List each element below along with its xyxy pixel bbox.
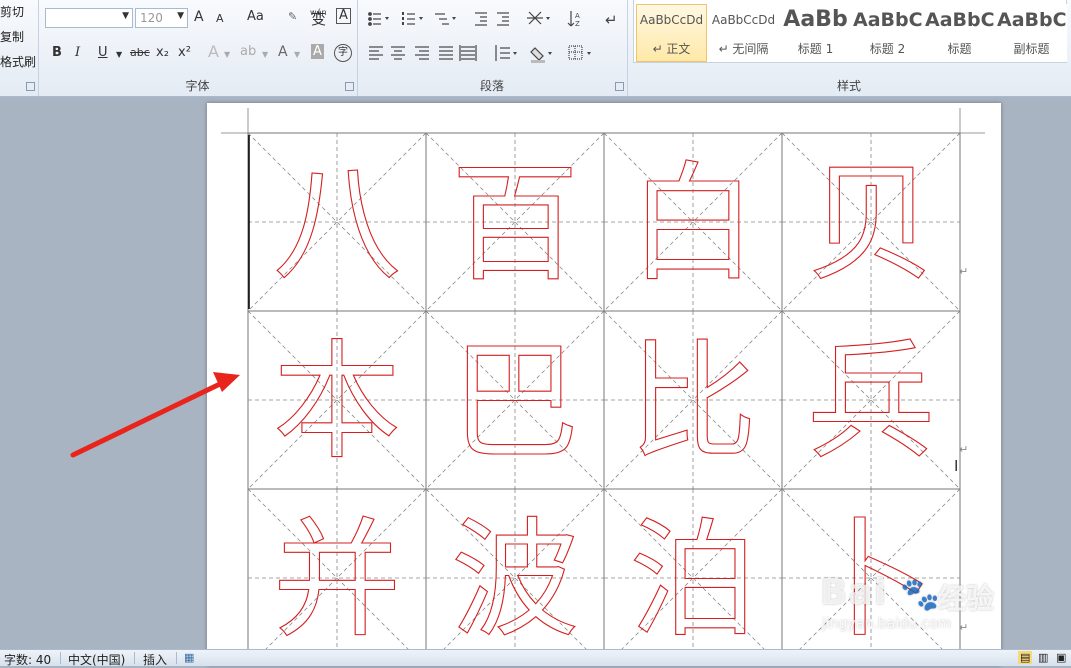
status-bar: 字数: 40 中文(中国) 插入 ▦ ▤ ▥ ▣	[0, 649, 1071, 668]
word-count[interactable]: 字数: 40	[4, 651, 51, 668]
divider	[134, 652, 135, 664]
print-layout-icon[interactable]: ▤	[1018, 651, 1033, 664]
watermark-brand: Bai	[820, 572, 888, 613]
language-indicator[interactable]: 中文(中国)	[68, 651, 125, 668]
macro-icon[interactable]: ▦	[184, 651, 194, 664]
divider	[60, 652, 61, 664]
divider	[176, 652, 177, 664]
baidu-watermark: Bai 🐾 经验 jingyan.baidu.com	[820, 572, 1020, 642]
red-arrow-icon	[70, 372, 240, 458]
reading-layout-icon[interactable]: ▥	[1038, 651, 1048, 664]
annotation-arrow-layer	[70, 372, 240, 458]
watermark-url: jingyan.baidu.com	[822, 616, 952, 632]
watermark-brand-2: 经验	[938, 582, 995, 615]
web-layout-icon[interactable]: ▣	[1056, 651, 1066, 664]
insert-mode-indicator[interactable]: 插入	[143, 651, 167, 668]
paw-icon: 🐾	[900, 575, 940, 613]
